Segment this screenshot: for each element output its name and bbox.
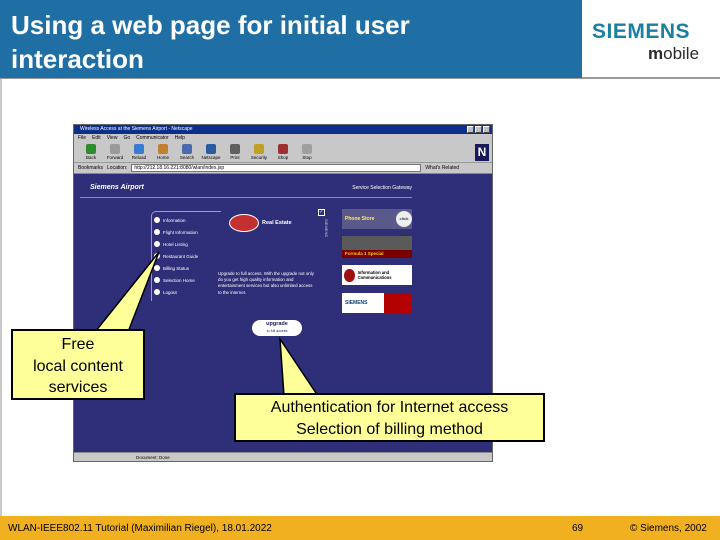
security-button[interactable]: Security bbox=[248, 143, 270, 163]
stop-icon bbox=[302, 144, 312, 154]
left-rule bbox=[0, 79, 2, 517]
menu-edit[interactable]: Edit bbox=[92, 134, 101, 143]
menu-file[interactable]: File bbox=[78, 134, 86, 143]
browser-window-title: Wireless Access at the Siemens Airport -… bbox=[80, 126, 193, 132]
logo-product: mobile bbox=[648, 44, 699, 64]
bookmarks-button[interactable]: Bookmarks bbox=[78, 163, 103, 174]
real-estate-logo[interactable] bbox=[229, 214, 259, 232]
airplane-icon bbox=[154, 229, 160, 235]
netscape-logo-icon: N bbox=[475, 144, 489, 161]
ad-phone-store[interactable]: Phone Store click here bbox=[342, 209, 412, 237]
logo-product-rest: obile bbox=[663, 44, 700, 63]
free-callout-line-2: local content bbox=[33, 357, 123, 375]
window-controls bbox=[467, 126, 490, 133]
nav-item-flight-information[interactable]: Flight Information bbox=[154, 226, 224, 238]
reload-icon bbox=[134, 144, 144, 154]
home-icon bbox=[158, 144, 168, 154]
billing-icon bbox=[154, 265, 160, 271]
ad-info-communications[interactable]: Information and Communications bbox=[342, 265, 412, 285]
stop-button[interactable]: Stop bbox=[296, 143, 318, 163]
copyright: © Siemens, 2002 bbox=[630, 523, 707, 534]
title-line-1: Using a web page for initial user bbox=[11, 10, 410, 40]
header-divider bbox=[0, 78, 720, 79]
print-button[interactable]: Print bbox=[224, 143, 246, 163]
nav-item-billing-status[interactable]: Billing Status bbox=[154, 262, 224, 274]
nav-item-information[interactable]: Information bbox=[154, 214, 224, 226]
print-icon bbox=[230, 144, 240, 154]
authentication-callout: Authentication for Internet access Selec… bbox=[234, 393, 545, 442]
menu-go[interactable]: Go bbox=[123, 134, 130, 143]
nav-item-selection-home[interactable]: Selection Home bbox=[154, 274, 224, 286]
minimize-icon[interactable] bbox=[467, 126, 474, 133]
upgrade-description: Upgrade to full access. With the upgrade… bbox=[218, 271, 314, 295]
search-button[interactable]: Search bbox=[176, 143, 198, 163]
vertical-side-label: SIEMENS bbox=[324, 219, 329, 238]
airport-brand: Siemens Airport bbox=[90, 184, 144, 191]
back-button[interactable]: Back bbox=[80, 143, 102, 163]
restaurant-icon bbox=[154, 253, 160, 259]
slide-title: Using a web page for initial user intera… bbox=[11, 8, 571, 76]
forward-arrow-icon bbox=[110, 144, 120, 154]
url-input[interactable]: http://212.18.16.221:8080/wlan/index.jsp bbox=[131, 164, 422, 172]
location-label: Location: bbox=[107, 164, 128, 171]
whats-related-button[interactable]: What's Related bbox=[425, 163, 459, 174]
formula-banner: Formula 1 Special bbox=[342, 250, 412, 258]
footer-source: WLAN-IEEE802.11 Tutorial (Maximilian Rie… bbox=[8, 523, 272, 534]
logo-product-bold: m bbox=[648, 44, 664, 63]
page-number: 69 bbox=[572, 523, 584, 534]
browser-titlebar: Wireless Access at the Siemens Airport -… bbox=[74, 125, 492, 134]
siemens-mobile-logo: SIEMENS mobile bbox=[582, 0, 720, 78]
info-comm-logo-icon bbox=[344, 268, 355, 282]
netscape-button[interactable]: Netscape bbox=[200, 143, 222, 163]
nav-item-restaurant-guide[interactable]: Restaurant Guide bbox=[154, 250, 224, 262]
browser-statusbar: Document: Done bbox=[74, 452, 492, 461]
slide-footer: WLAN-IEEE802.11 Tutorial (Maximilian Rie… bbox=[0, 516, 720, 540]
home-icon bbox=[154, 277, 160, 283]
logout-icon bbox=[154, 289, 160, 295]
real-estate-label[interactable]: Real Estate bbox=[262, 220, 292, 226]
web-page-header: Siemens Airport Service Selection Gatewa… bbox=[80, 184, 412, 198]
title-line-2: interaction bbox=[11, 44, 144, 74]
upgrade-sub-label: to full access bbox=[266, 329, 288, 333]
home-button[interactable]: Home bbox=[152, 143, 174, 163]
click-here-badge[interactable]: click here bbox=[396, 211, 412, 237]
netscape-icon bbox=[206, 144, 216, 154]
browser-menubar: File Edit View Go Communicator Help bbox=[74, 134, 492, 143]
ad-formula-1[interactable]: Formula 1 Special bbox=[342, 236, 412, 258]
browser-toolbar: Back Forward Reload Home Search Netscape… bbox=[74, 143, 492, 163]
maximize-icon[interactable] bbox=[475, 126, 482, 133]
web-page-nav: Information Flight Information Hotel Lis… bbox=[154, 214, 224, 298]
ad-siemens[interactable]: SIEMENS bbox=[342, 293, 412, 313]
gateway-label: Service Selection Gateway bbox=[352, 185, 412, 191]
menu-communicator[interactable]: Communicator bbox=[136, 134, 169, 143]
select-checkbox[interactable]: ✓ bbox=[318, 209, 325, 216]
free-content-callout: Free local content services bbox=[11, 329, 145, 400]
free-callout-line-1: Free bbox=[61, 336, 95, 353]
reload-button[interactable]: Reload bbox=[128, 143, 150, 163]
logo-brand: SIEMENS bbox=[592, 20, 691, 43]
menu-view[interactable]: View bbox=[107, 134, 118, 143]
bed-icon bbox=[154, 241, 160, 247]
browser-location-bar: Bookmarks Location: http://212.18.16.221… bbox=[74, 163, 492, 174]
info-icon bbox=[154, 217, 160, 223]
shop-icon bbox=[278, 144, 288, 154]
back-arrow-icon bbox=[86, 144, 96, 154]
shop-button[interactable]: Shop bbox=[272, 143, 294, 163]
close-icon[interactable] bbox=[483, 126, 490, 133]
auth-callout-line-1: Authentication for Internet access bbox=[270, 399, 509, 416]
nav-item-hotel-listing[interactable]: Hotel Listing bbox=[154, 238, 224, 250]
forward-button[interactable]: Forward bbox=[104, 143, 126, 163]
upgrade-button[interactable]: upgrade to full access bbox=[252, 320, 302, 336]
auth-callout-line-2: Selection of billing method bbox=[296, 421, 483, 438]
lock-icon bbox=[254, 144, 264, 154]
menu-help[interactable]: Help bbox=[175, 134, 185, 143]
siemens-ad-image bbox=[384, 293, 412, 313]
slide-header: Using a web page for initial user intera… bbox=[0, 0, 582, 78]
search-icon bbox=[182, 144, 192, 154]
nav-item-logout[interactable]: Logout bbox=[154, 286, 224, 298]
free-callout-line-3: services bbox=[48, 379, 108, 396]
